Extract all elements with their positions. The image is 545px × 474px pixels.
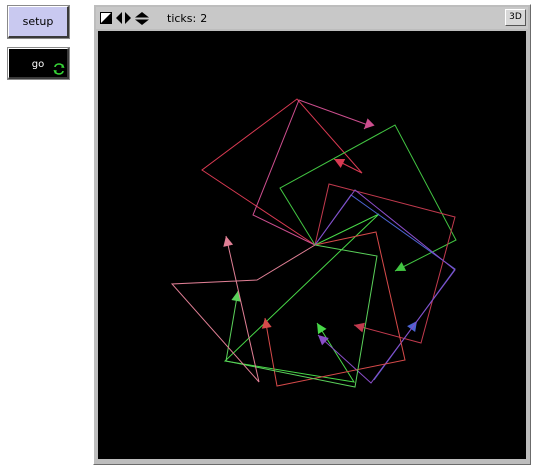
turtle-trail-8 [264, 231, 406, 387]
go-button[interactable]: go [7, 47, 70, 80]
turtle-trail-5 [314, 183, 456, 344]
ticks-label: ticks: [167, 12, 197, 25]
3d-view-button[interactable]: 3D [505, 9, 526, 26]
turtle-10 [223, 236, 234, 247]
view-panel: ticks: 2 3D [93, 4, 531, 465]
forever-icon [53, 63, 65, 75]
turtle-drawing [170, 98, 457, 388]
turtle-trail-10 [170, 235, 316, 383]
up-down-arrows-icon[interactable] [135, 12, 149, 25]
turtle-5 [354, 322, 365, 333]
turtle-trail-9 [225, 244, 378, 388]
world-canvas[interactable] [98, 31, 526, 459]
ticks-counter: ticks: 2 [167, 12, 207, 25]
setup-button-label: setup [22, 15, 54, 28]
edit-view-icon[interactable] [100, 12, 112, 24]
turtle-8 [261, 318, 272, 329]
ticks-value: 2 [200, 12, 208, 25]
view-toolbar: ticks: 2 3D [96, 7, 528, 29]
turtle-trail-2 [252, 99, 369, 246]
3d-button-label: 3D [509, 12, 522, 22]
turtle-trail-1 [201, 98, 363, 246]
setup-button[interactable]: setup [7, 5, 70, 39]
turtle-trail-6 [314, 194, 456, 381]
turtle-4 [317, 323, 327, 335]
left-right-arrows-icon[interactable] [116, 12, 131, 24]
